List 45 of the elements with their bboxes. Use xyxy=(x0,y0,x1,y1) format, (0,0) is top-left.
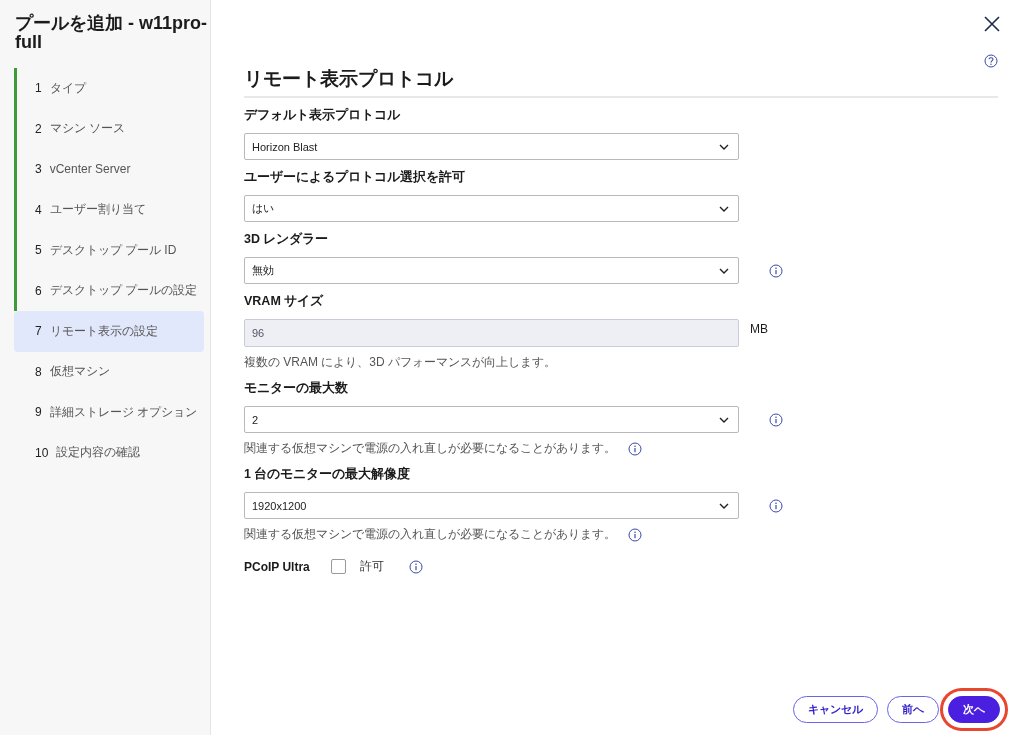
section-heading: リモート表示プロトコル xyxy=(244,66,998,98)
dropdown[interactable]: 2 xyxy=(244,406,739,433)
info-icon xyxy=(628,441,642,456)
info-icon xyxy=(769,498,783,513)
help-text: 複数の VRAM により、3D パフォーマンスが向上します。 xyxy=(244,354,556,371)
info-icon xyxy=(408,559,423,574)
wizard-step[interactable]: 5 デスクトップ プール ID xyxy=(14,230,204,271)
close-button[interactable] xyxy=(984,16,1000,32)
wizard-step[interactable]: 3 vCenter Server xyxy=(14,149,204,190)
dropdown[interactable]: Horizon Blast xyxy=(244,133,739,160)
checkbox[interactable] xyxy=(330,559,346,574)
wizard-step[interactable]: 4 ユーザー割り当て xyxy=(14,189,204,230)
field-label: PCoIP Ultra xyxy=(244,559,310,574)
field-label: モニターの最大数 xyxy=(244,380,349,397)
unit-label: MB xyxy=(750,322,768,336)
wizard-step[interactable]: 10 設定内容の確認 xyxy=(14,432,204,473)
help-text: 関連する仮想マシンで電源の入れ直しが必要になることがあります。 xyxy=(244,526,616,543)
wizard-step[interactable]: 7 リモート表示の設定 xyxy=(14,311,204,352)
wizard-title: プールを追加 - w11pro-full xyxy=(15,14,208,52)
wizard-step[interactable]: 2 マシン ソース xyxy=(14,108,204,149)
chevron-down-icon xyxy=(719,416,729,423)
chevron-down-icon xyxy=(719,143,729,150)
chevron-down-icon xyxy=(719,267,729,274)
wizard-step[interactable]: 9 詳細ストレージ オプション xyxy=(14,392,204,433)
dropdown[interactable]: はい xyxy=(244,195,739,222)
wizard-step[interactable]: 8 仮想マシン xyxy=(14,351,204,392)
field-label: 1 台のモニターの最大解像度 xyxy=(244,466,412,483)
info-icon xyxy=(769,263,783,278)
footer-button[interactable]: キャンセル xyxy=(793,696,878,723)
dropdown[interactable]: 無効 xyxy=(244,257,739,284)
field-label: ユーザーによるプロトコル選択を許可 xyxy=(244,169,466,186)
field-label: 3D レンダラー xyxy=(244,231,330,248)
help-text: 関連する仮想マシンで電源の入れ直しが必要になることがあります。 xyxy=(244,440,616,457)
footer-button[interactable]: 前へ xyxy=(887,696,939,723)
info-icon xyxy=(769,412,783,427)
chevron-down-icon xyxy=(719,205,729,212)
info-icon xyxy=(628,527,642,542)
chevron-down-icon xyxy=(719,502,729,509)
help-button[interactable] xyxy=(984,54,998,68)
wizard-step[interactable]: 1 タイプ xyxy=(14,68,204,109)
field-label: VRAM サイズ xyxy=(244,293,325,310)
checkbox-label: 許可 xyxy=(359,558,384,575)
close-icon xyxy=(984,16,1000,32)
dropdown[interactable]: 1920x1200 xyxy=(244,492,739,519)
field-label: デフォルト表示プロトコル xyxy=(244,107,401,124)
